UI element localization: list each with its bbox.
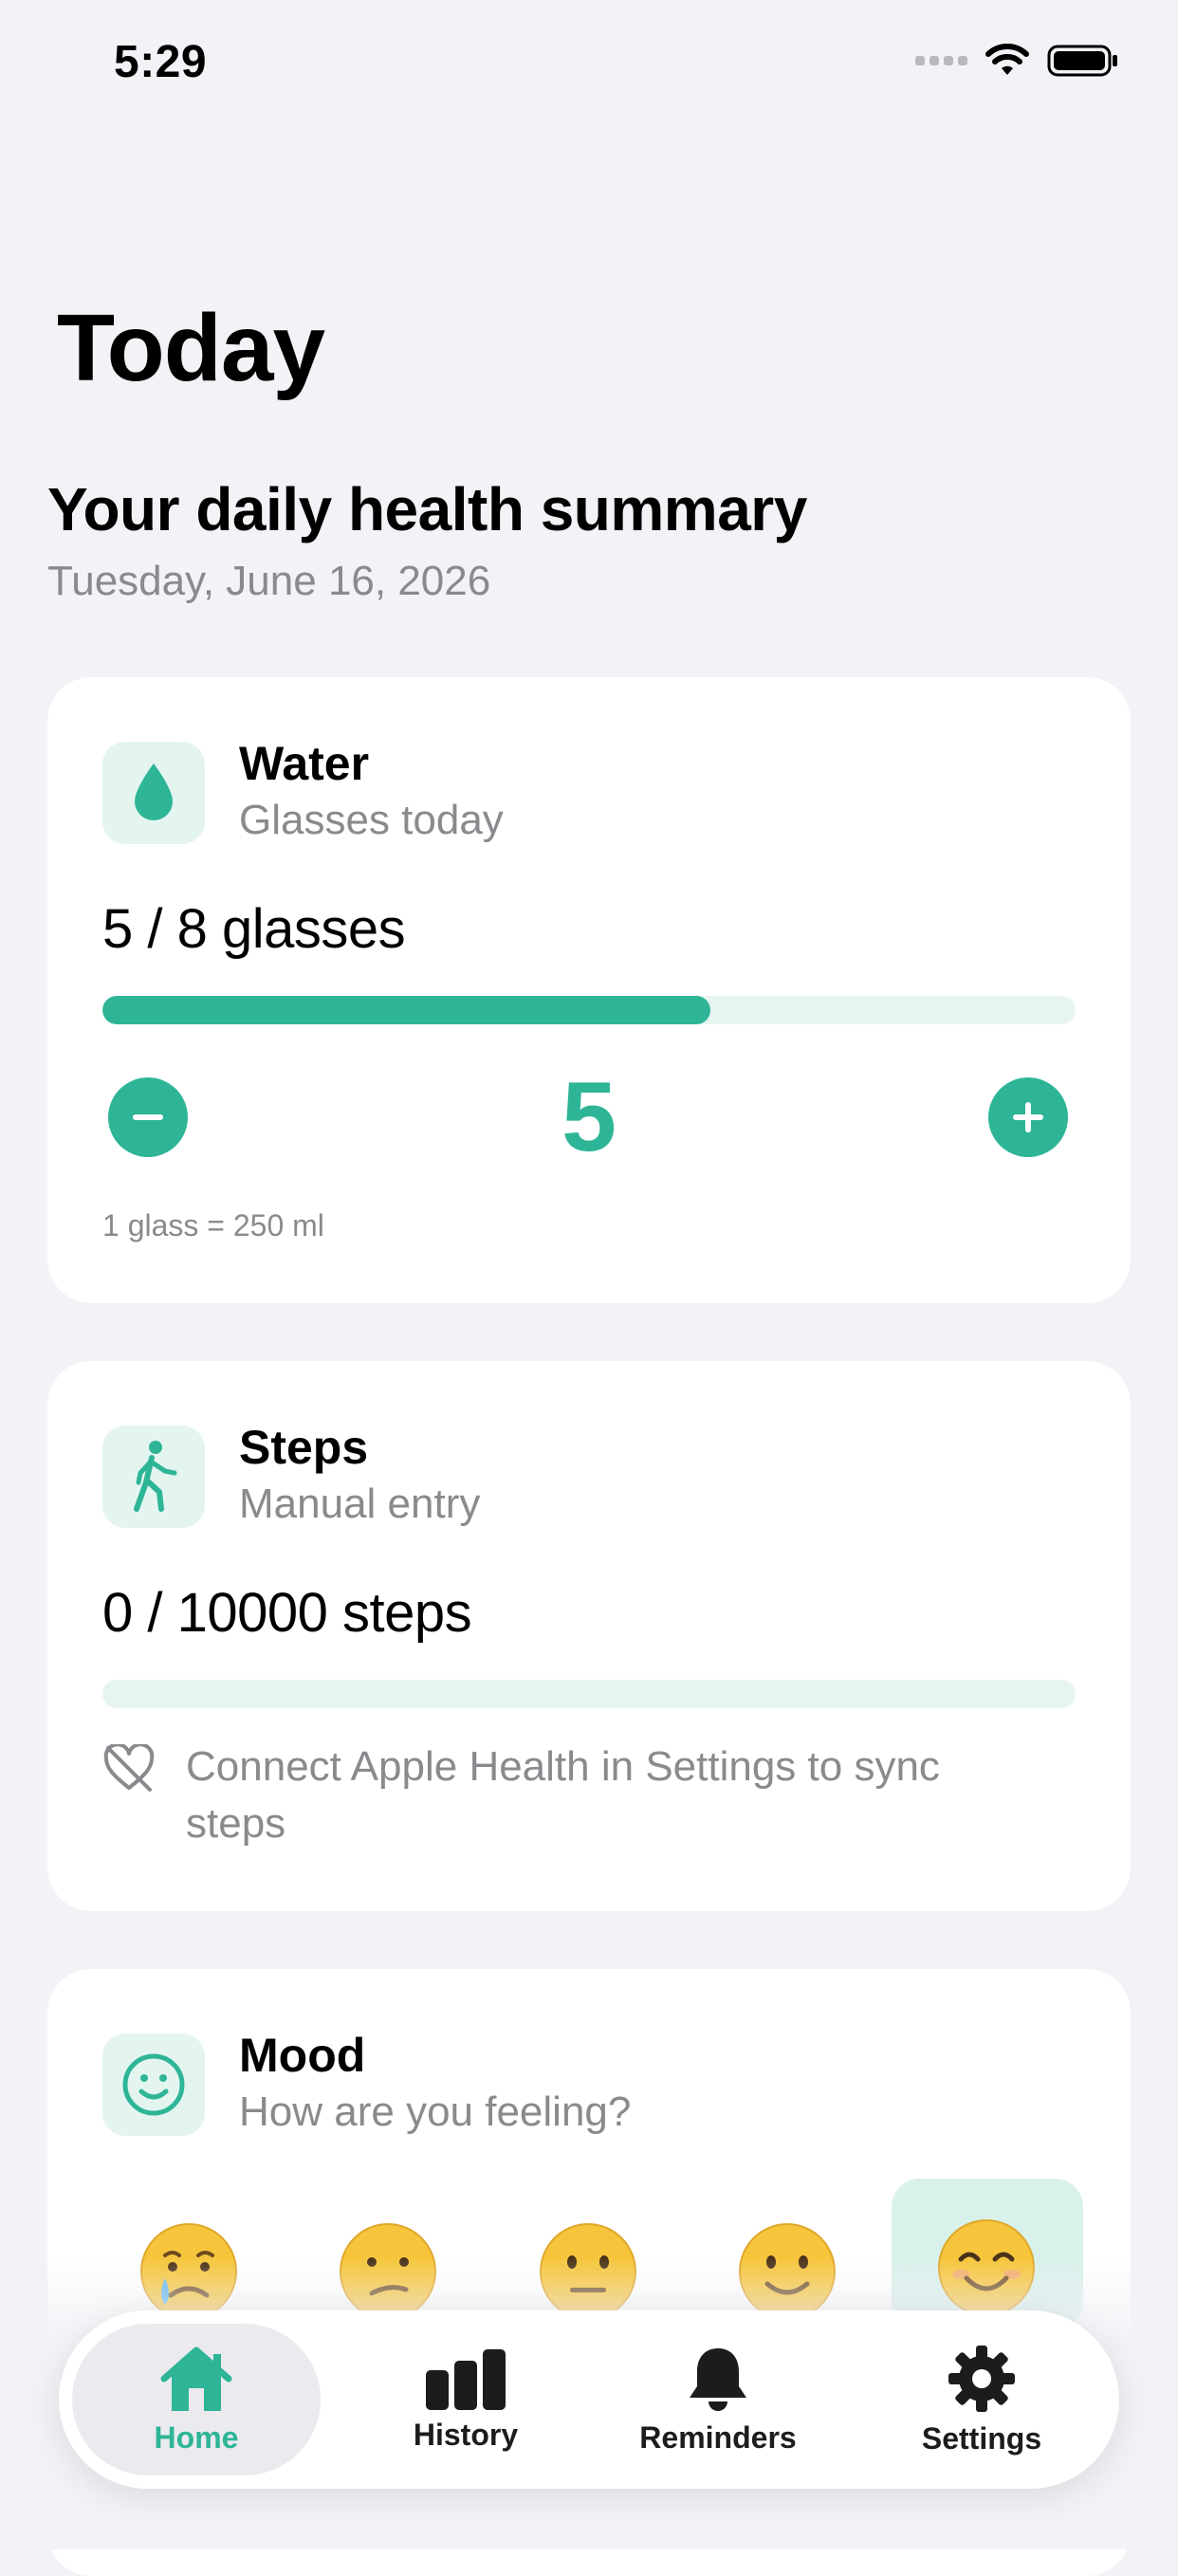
tab-settings-label: Settings xyxy=(921,2420,1042,2456)
water-card: Water Glasses today 5 / 8 glasses 5 1 gl… xyxy=(47,677,1131,1303)
water-drop-icon xyxy=(102,742,205,844)
tab-reminders-label: Reminders xyxy=(639,2420,797,2455)
increment-water-button[interactable] xyxy=(988,1077,1068,1157)
tab-home-label: Home xyxy=(154,2420,239,2455)
heart-slash-icon xyxy=(103,1744,155,1792)
tab-reminders[interactable]: Reminders xyxy=(594,2324,842,2475)
status-time: 5:29 xyxy=(114,37,208,87)
steps-subtitle: Manual entry xyxy=(239,1481,481,1527)
steps-card: Steps Manual entry 0 / 10000 steps Conne… xyxy=(47,1361,1131,1911)
water-value: 5 / 8 glasses xyxy=(102,898,406,960)
battery-icon xyxy=(1047,45,1117,77)
tab-bar: Home History Reminders Settings xyxy=(59,2310,1119,2489)
plus-icon xyxy=(1013,1102,1043,1132)
mood-subtitle: How are you feeling? xyxy=(239,2088,632,2135)
tab-settings[interactable]: Settings xyxy=(857,2324,1106,2475)
cellular-signal-icon xyxy=(915,56,967,65)
walking-figure-icon xyxy=(102,1426,205,1528)
steps-progress-bar xyxy=(102,1680,1076,1708)
tab-history-label: History xyxy=(413,2417,519,2452)
mood-title: Mood xyxy=(239,2029,366,2082)
smiley-icon xyxy=(102,2033,205,2136)
water-title: Water xyxy=(239,737,370,790)
summary-date: Tuesday, June 16, 2026 xyxy=(47,558,491,604)
tab-history[interactable]: History xyxy=(341,2324,590,2475)
water-progress-bar xyxy=(102,996,1076,1024)
apple-health-note: Connect Apple Health in Settings to sync… xyxy=(186,1743,940,1847)
page-title: Today xyxy=(57,295,325,401)
steps-title: Steps xyxy=(239,1421,369,1474)
water-subtitle: Glasses today xyxy=(239,797,504,843)
status-bar: 5:29 xyxy=(0,0,1178,123)
house-icon xyxy=(160,2346,232,2411)
gear-icon xyxy=(948,2345,1015,2412)
water-count: 5 xyxy=(561,1062,617,1172)
tab-home[interactable]: Home xyxy=(72,2324,321,2475)
steps-value: 0 / 10000 steps xyxy=(102,1582,472,1644)
bell-icon xyxy=(690,2347,746,2411)
water-progress-fill xyxy=(102,996,711,1024)
bar-chart-icon xyxy=(426,2348,506,2410)
wifi-icon xyxy=(985,44,1029,75)
status-icons xyxy=(915,44,1119,78)
water-unit-note: 1 glass = 250 ml xyxy=(102,1208,324,1242)
summary-heading: Your daily health summary xyxy=(47,475,807,543)
